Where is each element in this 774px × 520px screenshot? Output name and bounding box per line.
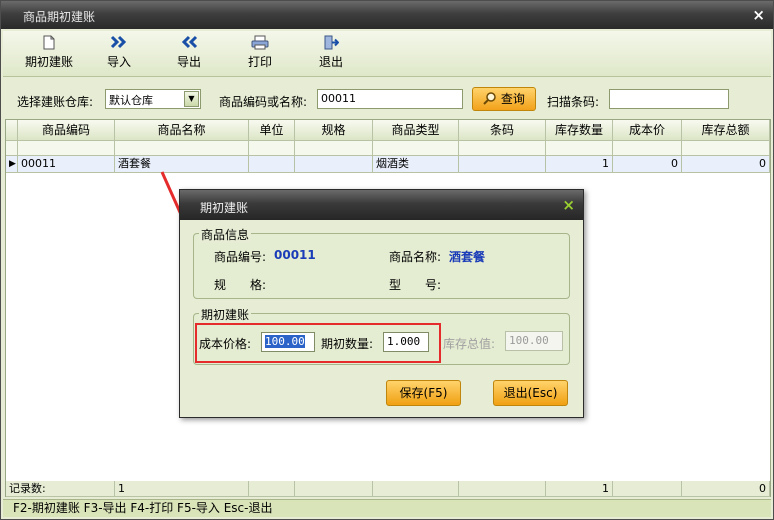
toolbar-label: 导出 <box>176 55 201 69</box>
filter-row <box>6 141 770 156</box>
save-button[interactable]: 保存(F5) <box>386 380 461 406</box>
filter-cell[interactable] <box>546 141 613 156</box>
column-header[interactable]: 规格 <box>295 120 373 141</box>
filter-cell[interactable] <box>613 141 682 156</box>
opening-setup-button[interactable]: 期初建账 <box>19 35 79 73</box>
column-header[interactable]: 条码 <box>459 120 546 141</box>
title-bar: 商品期初建账 × <box>1 1 773 29</box>
dialog-title: 期初建账 <box>200 201 249 215</box>
opening-setup-dialog: 期初建账 × 商品信息 商品编号: 00011 商品名称: 酒套餐 规 格: 型… <box>179 189 584 418</box>
printer-icon <box>230 35 290 53</box>
scan-label: 扫描条码: <box>547 95 600 109</box>
cell-barcode[interactable] <box>459 156 546 173</box>
warehouse-select-value: 默认仓库 <box>109 94 153 107</box>
dialog-title-bar: 期初建账 × <box>180 190 583 220</box>
column-header[interactable]: 商品编码 <box>18 120 115 141</box>
code-label: 商品编码或名称: <box>219 95 308 109</box>
exit-dialog-button[interactable]: 退出(Esc) <box>493 380 568 406</box>
footer-total-sum: 0 <box>682 481 770 497</box>
filter-cell[interactable] <box>18 141 115 156</box>
double-chevron-right-icon <box>89 35 149 53</box>
cell-total[interactable]: 0 <box>682 156 770 173</box>
filter-cell[interactable] <box>249 141 295 156</box>
filter-bar: 选择建账仓库: 默认仓库 ▼ 商品编码或名称: 00011 查询 扫描条码: <box>3 83 771 117</box>
cell-spec[interactable] <box>295 156 373 173</box>
dialog-close-icon[interactable]: × <box>562 196 575 214</box>
product-code-label: 商品编号: <box>214 250 267 264</box>
record-count-value: 1 <box>115 481 249 497</box>
spec-label: 规 格: <box>214 278 267 292</box>
cell-code[interactable]: 00011 <box>18 156 115 173</box>
toolbar-label: 退出 <box>318 55 343 69</box>
toolbar-label: 期初建账 <box>24 55 73 69</box>
column-header[interactable]: 库存总额 <box>682 120 770 141</box>
query-button[interactable]: 查询 <box>472 87 536 111</box>
opening-qty-label: 期初数量: <box>321 337 374 351</box>
cell-unit[interactable] <box>249 156 295 173</box>
toolbar-label: 导入 <box>106 55 131 69</box>
window-title: 商品期初建账 <box>23 10 96 24</box>
warehouse-select[interactable]: 默认仓库 ▼ <box>105 89 201 109</box>
document-icon <box>19 35 79 53</box>
model-label: 型 号: <box>389 278 442 292</box>
product-info-group: 商品信息 商品编号: 00011 商品名称: 酒套餐 规 格: 型 号: <box>193 226 570 299</box>
export-button[interactable]: 导出 <box>159 35 219 73</box>
filter-cell[interactable] <box>682 141 770 156</box>
print-button[interactable]: 打印 <box>230 35 290 73</box>
column-header[interactable]: 商品类型 <box>373 120 459 141</box>
column-header[interactable]: 库存数量 <box>546 120 613 141</box>
cost-price-label: 成本价格: <box>199 337 252 351</box>
footer-qty-sum: 1 <box>546 481 613 497</box>
toolbar: 期初建账 导入 导出 打印 退出 <box>3 31 771 77</box>
stock-total-label: 库存总值: <box>443 337 496 351</box>
exit-button[interactable]: 退出 <box>301 35 361 73</box>
cell-qty[interactable]: 1 <box>546 156 613 173</box>
filter-cell[interactable] <box>459 141 546 156</box>
close-icon[interactable]: × <box>752 6 765 24</box>
group-label: 期初建账 <box>199 306 252 323</box>
cost-price-value: 100.00 <box>265 335 305 348</box>
cell-type[interactable]: 烟酒类 <box>373 156 459 173</box>
stock-total-input: 100.00 <box>505 331 563 351</box>
product-name-label: 商品名称: <box>389 250 442 264</box>
exit-door-icon <box>301 35 361 53</box>
group-label: 商品信息 <box>199 226 252 243</box>
filter-cell[interactable] <box>295 141 373 156</box>
double-chevron-left-icon <box>159 35 219 53</box>
status-bar: F2-期初建账 F3-导出 F4-打印 F5-导入 Esc-退出 <box>3 499 771 517</box>
chevron-down-icon[interactable]: ▼ <box>184 91 199 107</box>
table-row[interactable]: ▶ 00011 酒套餐 烟酒类 1 0 0 <box>6 156 770 173</box>
import-button[interactable]: 导入 <box>89 35 149 73</box>
cost-price-input[interactable]: 100.00 <box>261 332 315 352</box>
search-icon <box>483 90 497 112</box>
query-button-label: 查询 <box>500 92 525 106</box>
filter-cell[interactable] <box>115 141 249 156</box>
opening-qty-input[interactable]: 1.000 <box>383 332 429 352</box>
toolbar-label: 打印 <box>247 55 272 69</box>
scan-input[interactable] <box>609 89 729 109</box>
row-indicator-header <box>6 120 18 141</box>
product-code-value: 00011 <box>274 248 316 262</box>
table-footer: 记录数: 1 1 0 <box>6 481 770 497</box>
filter-cell[interactable] <box>373 141 459 156</box>
column-header[interactable]: 商品名称 <box>115 120 249 141</box>
table-header: 商品编码 商品名称 单位 规格 商品类型 条码 库存数量 成本价 库存总额 <box>6 120 770 141</box>
cell-cost[interactable]: 0 <box>613 156 682 173</box>
current-row-indicator-icon: ▶ <box>6 156 18 173</box>
code-input[interactable]: 00011 <box>317 89 463 109</box>
column-header[interactable]: 成本价 <box>613 120 682 141</box>
record-count-label: 记录数: <box>6 481 115 497</box>
column-header[interactable]: 单位 <box>249 120 295 141</box>
warehouse-label: 选择建账仓库: <box>17 95 94 109</box>
product-name-value: 酒套餐 <box>449 250 486 264</box>
cell-name[interactable]: 酒套餐 <box>115 156 249 173</box>
